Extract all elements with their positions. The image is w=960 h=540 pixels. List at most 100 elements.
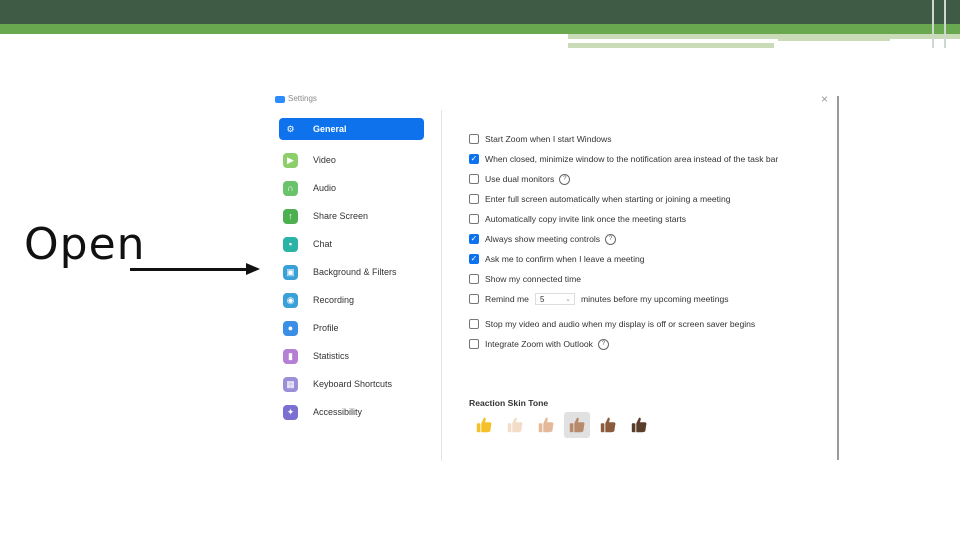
sidebar-item-profile[interactable]: ● Profile <box>279 314 424 342</box>
checkbox[interactable] <box>469 174 479 184</box>
option-row[interactable]: Use dual monitors? <box>469 172 571 186</box>
sidebar-item-label: Share Screen <box>313 211 369 221</box>
option-label: When closed, minimize window to the noti… <box>485 154 779 164</box>
remind-minutes-select[interactable]: 5 ⌄ <box>534 293 575 305</box>
sidebar-item-accessibility[interactable]: ✦ Accessibility <box>279 398 424 426</box>
checkbox[interactable]: ✓ <box>469 254 479 264</box>
skin-tone-option[interactable] <box>502 412 528 438</box>
checkbox[interactable] <box>469 319 479 329</box>
reaction-skin-tone-title: Reaction Skin Tone <box>469 398 549 408</box>
skin-tone-picker <box>471 412 657 438</box>
thumbs-up-icon <box>507 417 523 433</box>
window-edge <box>837 96 839 460</box>
sidebar-item-chat[interactable]: ▪ Chat <box>279 230 424 258</box>
checkbox[interactable]: ✓ <box>469 234 479 244</box>
sidebar-item-label: Accessibility <box>313 407 363 417</box>
option-label: Automatically copy invite link once the … <box>485 214 687 224</box>
thumbs-up-icon <box>538 417 554 433</box>
accessibility-icon: ✦ <box>283 404 298 420</box>
sidebar-item-label: Recording <box>313 295 355 305</box>
slide-accent-line <box>568 34 960 39</box>
profile-icon: ● <box>283 320 298 336</box>
sidebar-item-label: Background & Filters <box>313 267 397 277</box>
sidebar-item-statistics[interactable]: ▮ Statistics <box>279 342 424 370</box>
settings-window: Settings × ⚙ General ▶ Video ∩ Audio ↑ Share Sc… <box>273 90 839 461</box>
zoom-app-icon <box>275 96 285 103</box>
remind-me-checkbox[interactable] <box>469 294 479 304</box>
background-icon: ▣ <box>283 264 298 280</box>
help-icon[interactable]: ? <box>605 233 617 245</box>
keyboard-icon: ▦ <box>283 376 298 392</box>
help-icon[interactable]: ? <box>559 173 571 185</box>
option-row[interactable]: Automatically copy invite link once the … <box>469 212 686 226</box>
remind-me-suffix: minutes before my upcoming meetings <box>580 294 729 304</box>
statistics-icon: ▮ <box>283 348 298 364</box>
slide-edge-line <box>932 0 934 48</box>
headphones-icon: ∩ <box>283 180 298 196</box>
checkbox[interactable]: ✓ <box>469 154 479 164</box>
option-row[interactable]: ✓ Ask me to confirm when I leave a meetin… <box>469 252 645 266</box>
skin-tone-option[interactable] <box>533 412 559 438</box>
slide-accent-line <box>778 38 890 41</box>
remind-minutes-value: 5 <box>539 294 545 304</box>
sidebar-item-share-screen[interactable]: ↑ Share Screen <box>279 202 424 230</box>
option-row[interactable]: ✓ When closed, minimize window to the not… <box>469 152 778 166</box>
settings-sidebar: ⚙ General ▶ Video ∩ Audio ↑ Share Screen ▪ Chat ▣ B… <box>279 118 424 426</box>
sidebar-item-audio[interactable]: ∩ Audio <box>279 174 424 202</box>
close-icon[interactable]: × <box>821 92 828 106</box>
sidebar-item-recording[interactable]: ◉ Recording <box>279 286 424 314</box>
option-label: Ask me to confirm when I leave a meeting <box>485 254 645 264</box>
video-icon: ▶ <box>283 152 298 168</box>
gear-icon: ⚙ <box>286 123 295 134</box>
slide-edge-line <box>944 0 946 48</box>
slide-accent-bar <box>0 24 960 34</box>
window-title: Settings <box>288 94 317 103</box>
annotation-open-label: Open <box>24 219 146 270</box>
thumbs-up-icon <box>569 417 585 433</box>
checkbox[interactable] <box>469 274 479 284</box>
sidebar-item-label: Chat <box>313 239 333 249</box>
option-row[interactable]: Enter full screen automatically when sta… <box>469 192 731 206</box>
help-icon[interactable]: ? <box>597 338 609 350</box>
sidebar-item-label: Statistics <box>313 351 350 361</box>
sidebar-item-general[interactable]: ⚙ General <box>279 118 424 140</box>
checkbox[interactable] <box>469 339 479 349</box>
skin-tone-option[interactable] <box>564 412 590 438</box>
skin-tone-option[interactable] <box>595 412 621 438</box>
option-row[interactable]: Start Zoom when I start Windows <box>469 132 612 146</box>
thumbs-up-icon <box>631 417 647 433</box>
option-label: Stop my video and audio when my display … <box>485 319 756 329</box>
share-screen-icon: ↑ <box>283 208 298 224</box>
option-row[interactable]: Stop my video and audio when my display … <box>469 317 755 331</box>
annotation-arrow-line <box>130 268 250 271</box>
option-label: Use dual monitors <box>485 174 555 184</box>
skin-tone-option[interactable] <box>471 412 497 438</box>
recording-icon: ◉ <box>283 292 298 308</box>
title-bar: Settings × <box>273 90 839 110</box>
sidebar-item-background-filters[interactable]: ▣ Background & Filters <box>279 258 424 286</box>
skin-tone-option[interactable] <box>626 412 652 438</box>
option-row[interactable]: Show my connected time <box>469 272 581 286</box>
checkbox[interactable] <box>469 194 479 204</box>
checkbox[interactable] <box>469 134 479 144</box>
sidebar-item-label: General <box>313 124 347 134</box>
option-row[interactable]: ✓ Always show meeting controls? <box>469 232 617 246</box>
sidebar-divider <box>441 110 442 461</box>
sidebar-item-label: Keyboard Shortcuts <box>313 379 393 389</box>
checkbox[interactable] <box>469 214 479 224</box>
option-label: Always show meeting controls <box>485 234 601 244</box>
slide-top-bar <box>0 0 960 24</box>
annotation-arrow-head <box>246 263 260 275</box>
option-label: Start Zoom when I start Windows <box>485 134 612 144</box>
sidebar-item-label: Video <box>313 155 336 165</box>
thumbs-up-icon <box>600 417 616 433</box>
sidebar-item-video[interactable]: ▶ Video <box>279 146 424 174</box>
option-label: Show my connected time <box>485 274 582 284</box>
chat-icon: ▪ <box>283 236 298 252</box>
chevron-down-icon: ⌄ <box>565 296 571 303</box>
sidebar-item-label: Profile <box>313 323 339 333</box>
remind-me-label: Remind me <box>485 294 529 304</box>
option-label: Enter full screen automatically when sta… <box>485 194 731 204</box>
sidebar-item-keyboard-shortcuts[interactable]: ▦ Keyboard Shortcuts <box>279 370 424 398</box>
option-row[interactable]: Integrate Zoom with Outlook? <box>469 337 609 351</box>
